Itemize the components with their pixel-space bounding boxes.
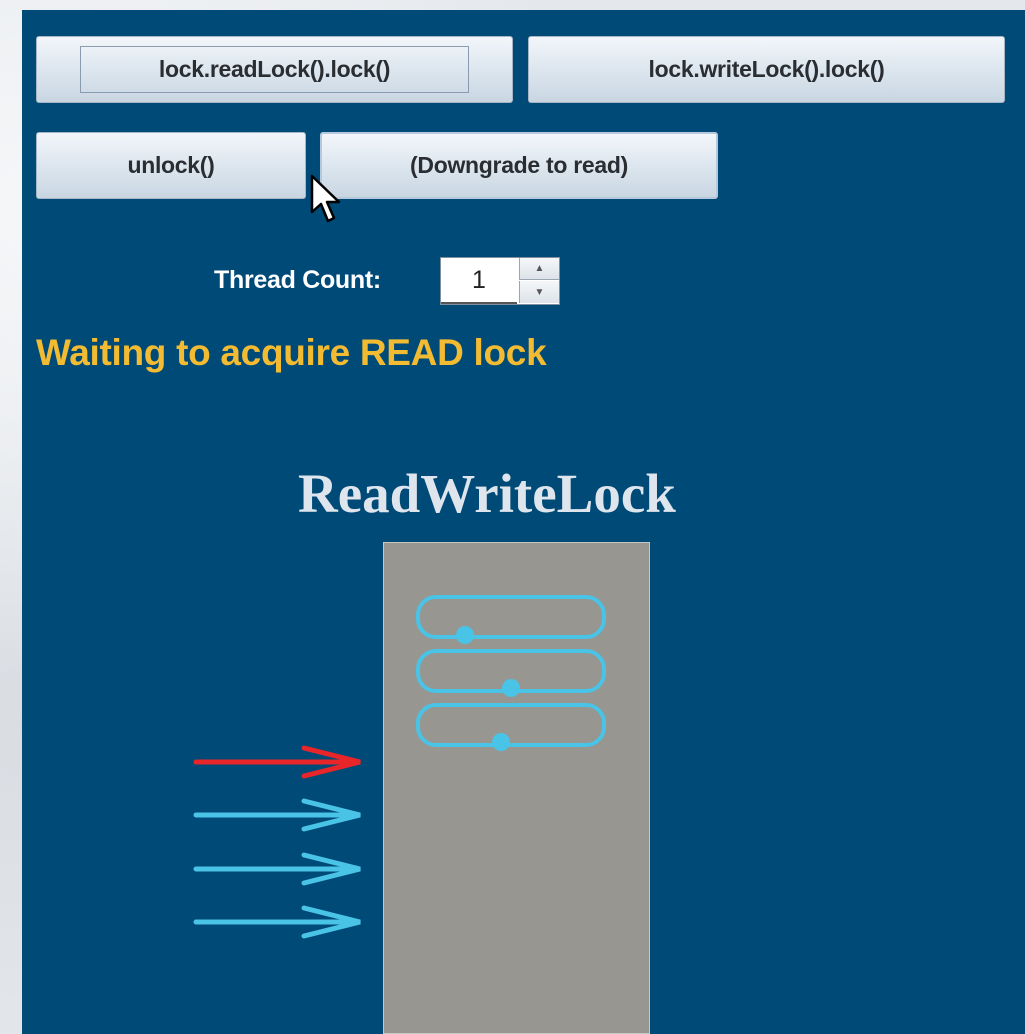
write-thread-arrow	[193, 745, 361, 779]
lock-diagram	[193, 595, 606, 939]
mouse-pointer-icon	[310, 174, 341, 223]
read-slot	[416, 649, 606, 697]
read-slot	[416, 703, 606, 751]
read-thread-arrow	[193, 905, 361, 939]
read-slot	[416, 595, 606, 644]
demo-panel: lock.readLock().lock() lock.writeLock().…	[22, 10, 1025, 1034]
read-thread-arrow	[193, 852, 361, 886]
read-thread-arrow	[193, 798, 361, 832]
